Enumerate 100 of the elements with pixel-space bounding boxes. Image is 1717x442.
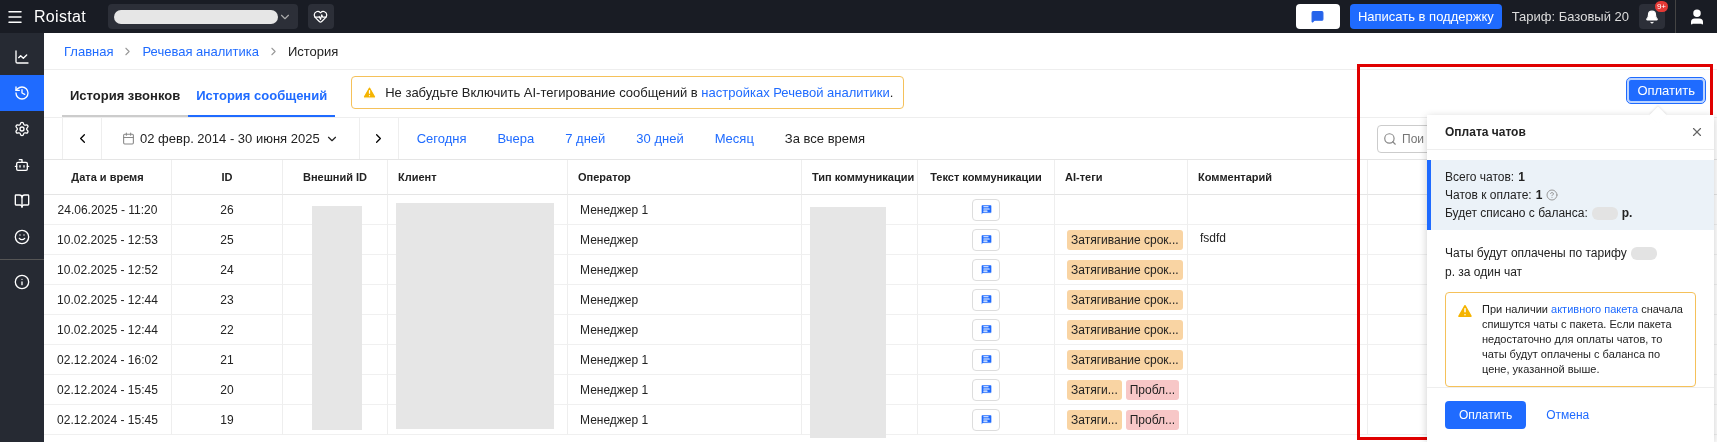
heart-pulse-button[interactable] (307, 4, 334, 29)
tariff-text: р. за один чат (1445, 264, 1523, 282)
tag: Затягивание срок... (1067, 349, 1183, 370)
message-icon (979, 203, 993, 216)
period-link[interactable]: Вчера (497, 131, 535, 146)
table-cell: 10.02.2025 - 12:52 (44, 255, 172, 285)
project-selector[interactable] (107, 4, 298, 29)
table-cell: 10.02.2025 - 12:53 (44, 225, 172, 255)
pay-button[interactable]: Оплатить (1445, 401, 1527, 430)
message-button[interactable] (972, 408, 1000, 431)
message-button[interactable] (972, 378, 1000, 401)
breadcrumb-link[interactable]: Речевая аналитика (142, 43, 259, 59)
pay-button[interactable]: Оплатить (1627, 78, 1705, 103)
robot-icon (14, 157, 30, 173)
message-button[interactable] (972, 198, 1000, 221)
table-cell: 02.12.2024 - 15:45 (44, 405, 172, 435)
chat-icon (1311, 10, 1325, 23)
book-icon (14, 193, 30, 209)
period-link[interactable]: Месяц (714, 131, 754, 146)
table-cell: 22 (172, 315, 283, 345)
history-icon (14, 85, 30, 101)
to-pay-label: Чатов к оплате: (1445, 188, 1532, 203)
settings-icon (14, 121, 30, 137)
package-link[interactable]: активного пакета (1551, 303, 1639, 316)
table-cell: 02.12.2024 - 15:45 (44, 375, 172, 405)
table-cell: 24 (172, 255, 283, 285)
column-header: Тип коммуникации (802, 160, 918, 195)
warning-text: При наличии активного пакета сначала спишутся чаты с пакета. Если пакета недостаточно для оплаты чатов, то чаты будут оплачены с баланса по цене, указанной выше. (1482, 302, 1684, 378)
column-header: Внешний ID (283, 160, 388, 195)
breadcrumb-link[interactable]: Главная (64, 43, 114, 59)
breadcrumb-current: История (287, 43, 339, 59)
tag: Затяги... (1067, 409, 1122, 430)
date-range: 02 февр. 2014 - 30 июня 2025 (140, 131, 320, 146)
message-icon (979, 233, 993, 246)
period-link[interactable]: Сегодня (416, 131, 467, 146)
tag: Затягивание срок... (1067, 289, 1183, 310)
chart-icon (14, 49, 30, 65)
message-button[interactable] (972, 258, 1000, 281)
table-cell: Менеджер (568, 225, 802, 255)
table-cell: Менеджер (568, 315, 802, 345)
redacted-block (1630, 247, 1657, 261)
tab[interactable]: История сообщений (188, 88, 336, 117)
table-cell: 10.02.2025 - 12:44 (44, 285, 172, 315)
table-cell: 21 (172, 345, 283, 375)
balance-label: Будет списано с баланса: (1445, 206, 1588, 221)
notification-badge: 9+ (1654, 1, 1668, 12)
column-header: Клиент (388, 160, 568, 195)
total-label: Всего чатов: (1445, 170, 1515, 185)
table-cell: 26 (172, 195, 283, 225)
message-icon (979, 263, 993, 276)
table-cell: Менеджер (568, 285, 802, 315)
info-icon (14, 274, 30, 290)
message-icon (979, 293, 993, 306)
to-pay-value: 1 (1535, 188, 1543, 203)
period-link[interactable]: За все время (784, 131, 865, 146)
column-header: AI-теги (1055, 160, 1188, 195)
message-icon (979, 353, 993, 366)
alert-text: Не забудьте Включить AI-тегирование сообщений в настройках Речевой аналитики. (385, 84, 894, 100)
tag: Пробл... (1125, 409, 1180, 430)
tag: Затягивание срок... (1067, 319, 1183, 340)
table-cell: 23 (172, 285, 283, 315)
heart-pulse-icon (313, 9, 329, 24)
message-icon (979, 383, 993, 396)
help-icon (1546, 189, 1559, 202)
support-button[interactable]: Написать в поддержку (1349, 4, 1502, 29)
table-cell: Менеджер 1 (568, 405, 802, 435)
message-button[interactable] (972, 348, 1000, 371)
warning-icon (362, 84, 378, 100)
period-link[interactable]: 7 дней (565, 131, 606, 146)
date-range-picker[interactable]: 02 февр. 2014 - 30 июня 2025 (102, 118, 359, 159)
tag: Затягивание срок... (1067, 259, 1183, 280)
bell-icon (1645, 9, 1659, 24)
message-icon (979, 413, 993, 426)
column-header: Оператор (568, 160, 802, 195)
tag: Затягивание срок... (1067, 229, 1183, 250)
smiley-icon (14, 229, 30, 245)
tag: Затяги... (1067, 379, 1122, 400)
column-header: Текст коммуникации (918, 160, 1055, 195)
calendar-icon (122, 132, 135, 145)
message-button[interactable] (972, 288, 1000, 311)
table-cell: Менеджер 1 (568, 345, 802, 375)
table-cell: 10.02.2025 - 12:44 (44, 315, 172, 345)
cancel-button[interactable]: Отмена (1538, 408, 1598, 423)
message-button[interactable] (972, 228, 1000, 251)
total-value: 1 (1518, 170, 1525, 185)
table-cell: 25 (172, 225, 283, 255)
period-link[interactable]: 30 дней (636, 131, 684, 146)
column-header: ID (172, 160, 283, 195)
table-cell: Менеджер 1 (568, 375, 802, 405)
table-cell: 20 (172, 375, 283, 405)
table-cell: Менеджер (568, 255, 802, 285)
message-button[interactable] (972, 318, 1000, 341)
chat-button[interactable] (1295, 4, 1340, 29)
table-cell: 02.12.2024 - 16:02 (44, 345, 172, 375)
column-header: Комментарий (1188, 160, 1368, 195)
table-cell: fsdfd (1188, 225, 1368, 255)
notifications-button[interactable]: 9+ (1639, 4, 1665, 29)
settings-link[interactable]: настройках Речевой аналитики (701, 84, 890, 100)
currency-label: р. (1621, 206, 1633, 221)
column-header: Дата и время (44, 160, 172, 195)
